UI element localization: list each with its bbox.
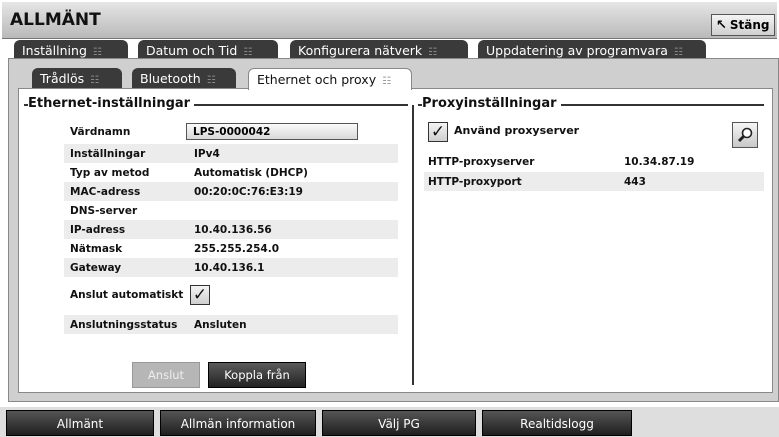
auto-connect-row: Anslut automatiskt xyxy=(64,285,398,304)
row-value: IPv4 xyxy=(194,147,220,160)
row-label: HTTP-proxyport xyxy=(428,175,522,188)
tab-label: Bluetooth xyxy=(140,71,201,86)
tab-label: Uppdatering av programvara xyxy=(486,43,668,58)
row-value: Automatisk (DHCP) xyxy=(194,166,308,179)
row-label: HTTP-proxyserver xyxy=(428,155,535,168)
row-label: Gateway xyxy=(70,261,122,274)
grip-icon: ☷ xyxy=(382,76,392,87)
close-arrow-icon: ↖ xyxy=(716,17,727,33)
method-row: Typ av metod Automatisk (DHCP) xyxy=(64,163,398,182)
row-value: 10.40.136.1 xyxy=(194,261,265,274)
use-proxy-label: Använd proxyserver xyxy=(454,124,580,137)
netmask-row: Nätmask 255.255.254.0 xyxy=(64,239,398,258)
tab-label: Inställning xyxy=(22,43,87,58)
use-proxy-checkbox[interactable]: ✓ xyxy=(428,122,448,142)
row-label: Anslutningsstatus xyxy=(70,318,178,331)
http-proxy-port-row: HTTP-proxyport 443 xyxy=(424,172,764,191)
check-icon: ✓ xyxy=(430,122,446,142)
bottom-tab-allman-information[interactable]: Allmän information xyxy=(160,410,316,436)
ip-row: IP-adress 10.40.136.56 xyxy=(64,220,398,239)
tab-tradlos[interactable]: Trådlös ☷ xyxy=(32,68,122,90)
ethernet-section-title: Ethernet-inställningar xyxy=(28,96,195,111)
row-value: 443 xyxy=(624,175,646,188)
check-icon: ✓ xyxy=(192,285,208,305)
title-bar: ALLMÄNT ↖ Stäng xyxy=(2,2,777,39)
row-label: DNS-server xyxy=(70,204,138,217)
proxy-search-button[interactable] xyxy=(732,122,758,148)
hostname-label: Värdnamn xyxy=(70,125,131,138)
row-value: 255.255.254.0 xyxy=(194,242,280,255)
row-value: 10.40.136.56 xyxy=(194,223,272,236)
magnifier-icon xyxy=(737,127,753,143)
grip-icon: ☷ xyxy=(243,47,253,58)
row-label: IP-adress xyxy=(70,223,126,236)
disconnect-button[interactable]: Koppla från xyxy=(208,362,306,388)
bottom-navigation: Allmänt Allmän information Välj PG Realt… xyxy=(0,407,779,437)
hostname-field[interactable]: LPS-0000042 xyxy=(186,123,358,140)
row-value: Ansluten xyxy=(194,318,247,331)
bottom-tab-valj-pg[interactable]: Välj PG xyxy=(322,410,476,436)
settings-row: Inställningar IPv4 xyxy=(64,144,398,163)
grip-icon: ☷ xyxy=(90,75,100,86)
grip-icon: ☷ xyxy=(92,47,102,58)
gateway-row: Gateway 10.40.136.1 xyxy=(64,258,398,277)
mac-row: MAC-adress 00:20:0C:76:E3:19 xyxy=(64,182,398,201)
bottom-tab-realtidslogg[interactable]: Realtidslogg xyxy=(482,410,632,436)
tab-label: Ethernet och proxy xyxy=(257,72,377,87)
grip-icon: ☷ xyxy=(428,47,438,58)
row-label: Inställningar xyxy=(70,147,146,160)
auto-connect-label: Anslut automatiskt xyxy=(70,288,184,301)
section-divider xyxy=(412,105,414,385)
connect-button[interactable]: Anslut xyxy=(132,362,200,388)
close-label: Stäng xyxy=(729,18,770,32)
close-button[interactable]: ↖ Stäng xyxy=(711,14,775,36)
row-label: MAC-adress xyxy=(70,185,141,198)
dns-row: DNS-server xyxy=(64,201,398,220)
window-title: ALLMÄNT xyxy=(10,10,101,30)
tab-bluetooth[interactable]: Bluetooth ☷ xyxy=(132,68,236,90)
auto-connect-checkbox[interactable]: ✓ xyxy=(190,285,210,305)
status-row: Anslutningsstatus Ansluten xyxy=(64,315,398,334)
tab-label: Trådlös xyxy=(40,71,85,86)
tab-label: Konfigurera nätverk xyxy=(298,43,423,58)
grip-icon: ☷ xyxy=(673,47,683,58)
row-value: 10.34.87.19 xyxy=(624,155,695,168)
tab-label: Datum och Tid xyxy=(146,43,238,58)
row-label: Typ av metod xyxy=(70,166,150,179)
proxy-section-title: Proxyinställningar xyxy=(422,96,561,111)
grip-icon: ☷ xyxy=(206,75,216,86)
row-value: 00:20:0C:76:E3:19 xyxy=(194,185,303,198)
tab-ethernet-och-proxy[interactable]: Ethernet och proxy ☷ xyxy=(248,68,412,90)
bottom-tab-allmant[interactable]: Allmänt xyxy=(6,410,154,436)
row-label: Nätmask xyxy=(70,242,123,255)
http-proxy-server-row: HTTP-proxyserver 10.34.87.19 xyxy=(424,152,764,171)
